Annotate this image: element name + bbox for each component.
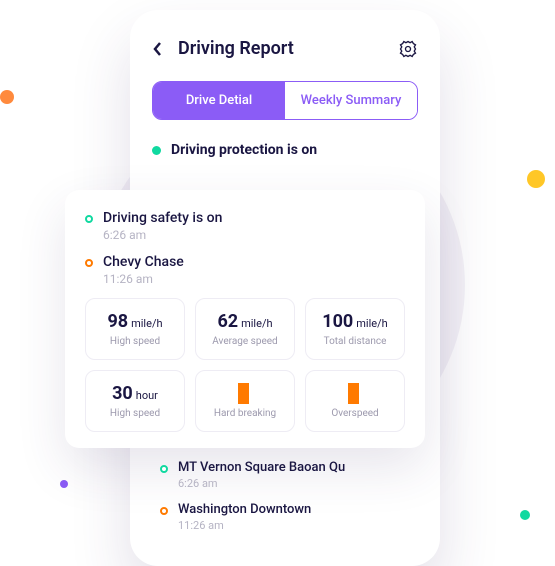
metric-value: 30 <box>112 383 133 404</box>
metric-duration: 30hour High speed <box>85 370 185 432</box>
metric-unit: mile/h <box>241 317 272 330</box>
decorative-dot <box>0 90 14 104</box>
event-row: Chevy Chase 11:26 am <box>85 254 405 286</box>
metric-label: Average speed <box>204 336 286 347</box>
page-title: Driving Report <box>178 38 384 59</box>
metric-unit: mile/h <box>131 317 162 330</box>
event-time: 11:26 am <box>178 519 311 532</box>
event-row: Washington Downtown 11:26 am <box>160 502 420 532</box>
event-body: Chevy Chase 11:26 am <box>103 254 184 286</box>
metric-label: Overspeed <box>314 408 396 419</box>
event-body: MT Vernon Square Baoan Qu 6:26 am <box>178 460 345 490</box>
metric-hard-braking: 2 Hard breaking <box>195 370 295 432</box>
decorative-dot <box>520 510 530 520</box>
status-row: Driving protection is on <box>152 142 418 158</box>
status-dot-icon <box>152 146 161 155</box>
event-title: Driving safety is on <box>103 210 222 226</box>
metric-value: 100 <box>322 311 353 332</box>
gear-icon <box>398 39 418 59</box>
metric-label: High speed <box>94 336 176 347</box>
metric-unit: mile/h <box>356 317 387 330</box>
metric-value: 2 <box>238 383 248 404</box>
event-dot-icon <box>85 259 93 267</box>
tab-weekly-summary[interactable]: Weekly Summary <box>285 82 417 119</box>
chevron-left-icon <box>152 41 164 57</box>
tab-drive-detail[interactable]: Drive Detial <box>153 82 285 119</box>
metric-value: 98 <box>107 311 128 332</box>
event-time: 11:26 am <box>103 272 184 286</box>
metric-high-speed: 98mile/h High speed <box>85 298 185 360</box>
metrics-grid: 98mile/h High speed 62mile/h Average spe… <box>85 298 405 432</box>
event-row: MT Vernon Square Baoan Qu 6:26 am <box>160 460 420 490</box>
event-body: Washington Downtown 11:26 am <box>178 502 311 532</box>
event-dot-icon <box>160 465 168 473</box>
event-title: Washington Downtown <box>178 502 311 517</box>
tab-bar: Drive Detial Weekly Summary <box>152 81 418 120</box>
back-button[interactable] <box>152 41 164 57</box>
drive-detail-card: Driving safety is on 6:26 am Chevy Chase… <box>65 190 425 448</box>
event-title: Chevy Chase <box>103 254 184 270</box>
metric-total-distance: 100mile/h Total distance <box>305 298 405 360</box>
metric-label: High speed <box>94 408 176 419</box>
decorative-dot <box>60 480 68 488</box>
settings-button[interactable] <box>398 39 418 59</box>
event-time: 6:26 am <box>103 228 222 242</box>
header-bar: Driving Report <box>152 38 418 59</box>
event-title: MT Vernon Square Baoan Qu <box>178 460 345 475</box>
metric-unit: hour <box>136 389 158 402</box>
event-body: Driving safety is on 6:26 am <box>103 210 222 242</box>
metric-label: Total distance <box>314 336 396 347</box>
metric-value: 4 <box>348 383 358 404</box>
metric-label: Hard breaking <box>204 408 286 419</box>
event-time: 6:26 am <box>178 477 345 490</box>
status-text: Driving protection is on <box>171 142 317 158</box>
timeline-continued: MT Vernon Square Baoan Qu 6:26 am Washin… <box>160 460 420 544</box>
metric-average-speed: 62mile/h Average speed <box>195 298 295 360</box>
metric-overspeed: 4 Overspeed <box>305 370 405 432</box>
metric-value: 62 <box>217 311 238 332</box>
event-dot-icon <box>85 215 93 223</box>
event-row: Driving safety is on 6:26 am <box>85 210 405 242</box>
decorative-dot <box>527 170 545 188</box>
event-dot-icon <box>160 507 168 515</box>
